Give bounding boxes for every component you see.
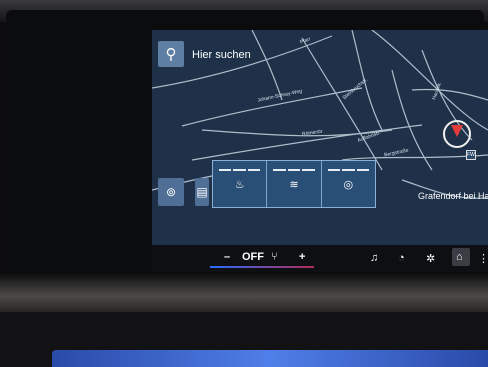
seat-icon[interactable]: ⑂ bbox=[271, 251, 278, 263]
climate-status[interactable]: OFF bbox=[242, 251, 264, 263]
level-indicator bbox=[219, 169, 261, 171]
steering-heating-icon: ◎ bbox=[343, 178, 354, 191]
heading-arrow-icon bbox=[451, 125, 463, 137]
search-button[interactable]: ⚲ bbox=[158, 41, 184, 67]
climate-bar: – OFF ⑂ + ♫ ◔ ✲ ⌂ ⋮ bbox=[152, 245, 488, 275]
climate-accent-line bbox=[210, 266, 314, 268]
infotainment-screen: ⚲ Hier suchen Johann-Schray-Weg Römerstr… bbox=[152, 30, 488, 245]
fan-icon[interactable]: ✲ bbox=[426, 252, 435, 265]
decrease-button[interactable]: – bbox=[224, 251, 230, 263]
map-options-icon: ▤ bbox=[196, 185, 208, 199]
search-label[interactable]: Hier suchen bbox=[192, 49, 251, 61]
place-label: Grafendorf bei Har bbox=[418, 191, 488, 201]
level-indicator bbox=[327, 169, 369, 171]
compass-icon[interactable] bbox=[443, 120, 471, 148]
map-badge: FW bbox=[466, 150, 476, 160]
music-icon[interactable]: ♫ bbox=[370, 252, 378, 264]
seat-comfort-popup: ♨ ≋ ◎ bbox=[212, 160, 376, 208]
level-indicator bbox=[273, 169, 315, 171]
search-icon: ⚲ bbox=[165, 46, 177, 63]
home-button[interactable]: ⌂ bbox=[452, 248, 470, 266]
ambient-light-strip bbox=[52, 350, 488, 367]
seat-heating-button[interactable]: ♨ bbox=[213, 161, 268, 207]
steering-heating-button[interactable]: ◎ bbox=[322, 161, 375, 207]
map-options-button[interactable]: ▤ bbox=[195, 178, 209, 206]
navigation-map[interactable] bbox=[152, 30, 488, 245]
dashboard-trim bbox=[0, 272, 488, 312]
increase-button[interactable]: + bbox=[299, 251, 305, 263]
seat-ventilation-icon: ≋ bbox=[289, 178, 299, 191]
seat-heating-icon: ♨ bbox=[234, 178, 245, 191]
more-icon[interactable]: ⋮ bbox=[478, 252, 488, 265]
speedometer-icon[interactable]: ◔ bbox=[398, 252, 405, 264]
seat-ventilation-button[interactable]: ≋ bbox=[267, 161, 322, 207]
recenter-button[interactable]: ⊚ bbox=[158, 178, 184, 206]
recenter-icon: ⊚ bbox=[165, 185, 177, 199]
home-icon: ⌂ bbox=[456, 251, 463, 263]
